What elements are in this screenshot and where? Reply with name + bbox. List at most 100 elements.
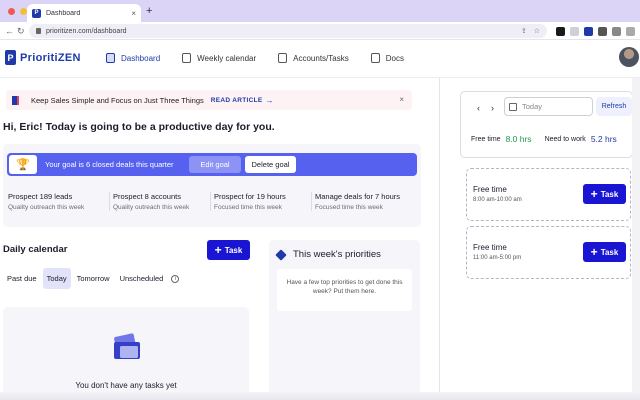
tab-tomorrow[interactable]: Tomorrow [73,268,114,289]
date-picker-value: Today [522,102,543,111]
close-tab-icon[interactable]: × [131,9,136,18]
need-to-work-label: Need to work [544,135,586,143]
slot-time: 8:00 am-10:00 am [473,197,522,203]
extension-icon[interactable] [598,26,607,36]
schedule-metrics: Free time 8.0 hrs Need to work 5.2 hrs [471,134,630,144]
free-time-slot[interactable]: Free time 11:00 am-5:00 pm + Task [466,226,631,279]
nav-weekly-calendar[interactable]: Weekly calendar [174,48,264,68]
user-avatar[interactable] [619,47,639,67]
empty-folder-icon [114,333,140,359]
extension-icon[interactable] [570,26,579,36]
docs-icon [370,53,380,63]
bookmark-star-icon[interactable]: ☆ [534,27,540,35]
app-logo[interactable]: P PrioritiZEN [5,50,81,65]
extension-icon[interactable] [556,26,565,36]
free-time-slot[interactable]: Free time 8:00 am-10:00 am + Task [466,168,631,221]
priorities-header: This week's priorities [275,248,381,261]
task-button-label: Task [600,247,619,257]
priorities-input[interactable]: Have a few top priorities to get done th… [277,269,412,311]
window-bottom-edge [0,392,640,400]
read-article-link[interactable]: READ ARTICLE [211,97,263,104]
task-button-label: Task [224,245,243,255]
schedule-header: ‹ › Today Refresh Free time 8.0 hrs Need… [460,91,633,158]
article-banner: Keep Sales Simple and Focus on Just Thre… [6,90,412,110]
puzzle-icon[interactable] [612,26,621,36]
stat-title: Prospect 189 leads [8,192,73,201]
delete-goal-button[interactable]: Delete goal [245,156,296,173]
stat-title: Prospect 8 accounts [113,192,181,201]
slot-title: Free time [473,243,507,252]
stat-item: Prospect for 19 hours Focused time this … [210,192,311,211]
plus-icon: + [590,245,598,259]
share-icon[interactable]: ⇪ [521,27,527,35]
goal-stats: Prospect 189 leads Quality outreach this… [8,192,412,211]
date-picker[interactable]: Today [504,97,593,116]
browser-tab-strip: P Dashboard × + [0,0,640,22]
next-day-icon[interactable]: › [491,103,494,113]
stat-title: Manage deals for 7 hours [315,192,401,201]
trophy-icon: 🏆 [9,155,37,174]
plus-icon: + [214,243,222,257]
target-icon [275,248,287,261]
goal-card: 🏆 Your goal is 6 closed deals this quart… [3,144,421,227]
nav-label: Accounts/Tasks [293,53,349,63]
prioritizen-extension-icon[interactable] [584,26,593,36]
arrow-right-icon[interactable]: → [266,96,274,105]
free-time-value: 8.0 hrs [505,134,532,144]
page-scrollbar[interactable] [632,78,640,400]
stat-subtitle: Focused time this week [214,204,282,211]
stat-item: Prospect 8 accounts Quality outreach thi… [109,192,210,211]
app-header: P PrioritiZEN Dashboard Weekly calendar … [0,40,640,78]
minimize-window-dot[interactable] [20,8,27,15]
browser-toolbar: ← ↻ prioritizen.com/dashboard ⇪ ☆ [0,22,640,40]
free-time-label: Free time [471,135,501,143]
logo-text: PrioritiZEN [20,51,81,64]
slot-title: Free time [473,185,507,194]
add-task-button[interactable]: + Task [583,184,626,204]
extensions-area [556,26,640,36]
stat-item: Manage deals for 7 hours Focused time th… [311,192,412,211]
flag-icon [12,95,19,105]
logo-icon: P [5,50,16,65]
nav-dashboard[interactable]: Dashboard [98,48,168,68]
empty-tasks-text: You don't have any tasks yet [75,381,177,390]
reload-icon[interactable]: ↻ [17,25,25,37]
new-tab-button[interactable]: + [146,5,152,17]
calendar-icon [182,53,192,63]
nav-label: Docs [385,53,404,63]
favicon-icon: P [32,8,41,18]
refresh-button[interactable]: Refresh [596,97,632,116]
back-icon[interactable]: ← [5,25,14,37]
address-bar[interactable]: prioritizen.com/dashboard ⇪ ☆ [29,24,547,38]
greeting-heading: Hi, Eric! Today is going to be a product… [3,121,275,133]
stat-subtitle: Focused time this week [315,204,383,211]
nav-accounts-tasks[interactable]: Accounts/Tasks [270,48,357,68]
calendar-icon [509,102,517,111]
close-icon[interactable]: × [399,95,404,104]
nav-docs[interactable]: Docs [363,48,412,68]
edit-goal-button[interactable]: Edit goal [189,156,241,173]
tab-unscheduled[interactable]: Unscheduled [116,268,168,289]
accounts-icon [278,53,288,63]
nav-label: Dashboard [121,53,161,63]
close-window-dot[interactable] [8,8,15,15]
add-task-button[interactable]: + Task [207,240,250,260]
daily-calendar-title: Daily calendar [3,244,68,255]
main-nav: Dashboard Weekly calendar Accounts/Tasks… [98,48,418,68]
sidepanel-icon[interactable] [626,26,635,36]
tab-past-due[interactable]: Past due [3,268,41,289]
browser-tab-dashboard[interactable]: P Dashboard × [27,4,141,22]
tab-title: Dashboard [46,9,81,17]
day-tabs: Past due Today Tomorrow Unscheduled i [3,268,180,289]
stat-title: Prospect for 19 hours [214,192,286,201]
banner-text: Keep Sales Simple and Focus on Just Thre… [31,95,204,105]
prev-day-icon[interactable]: ‹ [477,103,480,113]
empty-tasks-card: You don't have any tasks yet [3,307,249,400]
tab-today[interactable]: Today [42,268,71,289]
dashboard-icon [106,53,115,63]
nav-label: Weekly calendar [197,53,257,63]
url-text[interactable]: prioritizen.com/dashboard [46,28,514,35]
info-icon[interactable]: i [171,274,180,283]
add-task-button[interactable]: + Task [583,242,626,262]
stat-item: Prospect 189 leads Quality outreach this… [8,192,109,211]
